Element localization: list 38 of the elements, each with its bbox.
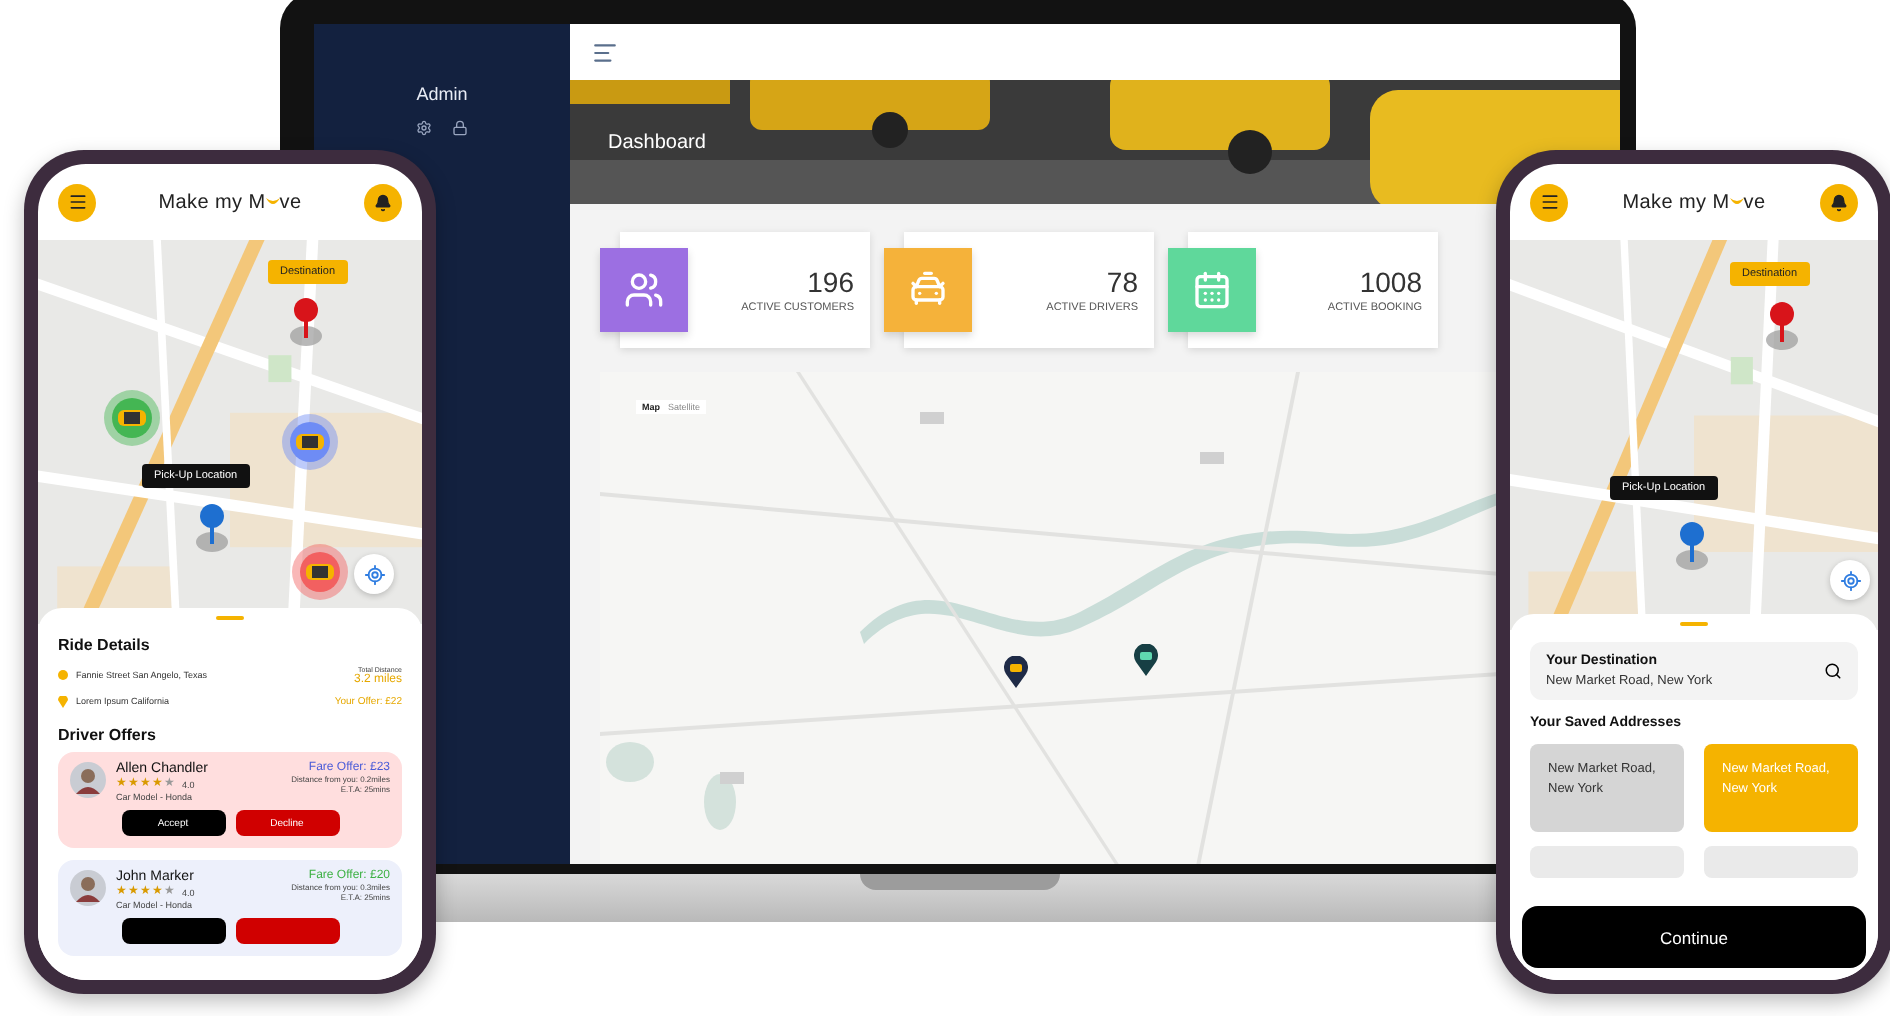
stat-value: 1008 (1359, 266, 1422, 298)
origin-icon (58, 670, 68, 680)
section-title: Ride Details (58, 636, 152, 654)
locate-icon (1839, 569, 1861, 591)
stat-value: 196 (807, 266, 854, 298)
settings-icon[interactable] (416, 120, 432, 136)
swoosh-icon (1729, 197, 1744, 207)
brand-name: Make my M (158, 191, 266, 213)
destination-pin-icon (1762, 300, 1802, 352)
bell-icon (1829, 193, 1848, 211)
search-icon[interactable] (1824, 662, 1842, 680)
decline-button[interactable] (235, 918, 339, 944)
brand-name: Make my M (1622, 191, 1730, 213)
section-title: Driver Offers (58, 726, 158, 744)
avatar-icon (70, 870, 106, 906)
menu-button[interactable] (58, 183, 96, 221)
menu-icon (67, 192, 87, 212)
brand-name: ve (1743, 191, 1766, 213)
avatar-icon (70, 762, 106, 798)
lock-icon[interactable] (452, 120, 468, 136)
admin-label: Admin (416, 84, 468, 104)
page-title: Dashboard (608, 131, 706, 153)
accept-button[interactable] (121, 918, 225, 944)
swoosh-icon (265, 197, 280, 207)
menu-button[interactable] (1530, 183, 1568, 221)
notification-button[interactable] (1819, 183, 1858, 221)
brand-name: ve (279, 191, 302, 213)
pickup-pin-icon (1672, 520, 1712, 572)
notification-button[interactable] (363, 183, 402, 221)
destination-pin-icon (286, 296, 326, 348)
menu-icon (1539, 192, 1559, 212)
menu-icon[interactable] (592, 39, 618, 65)
pickup-pin-icon (192, 502, 232, 554)
continue-button[interactable]: Continue (1522, 906, 1866, 968)
stat-value: 78 (1106, 266, 1138, 298)
destination-icon (58, 695, 68, 707)
locate-icon (363, 563, 385, 585)
bell-icon (373, 193, 392, 211)
